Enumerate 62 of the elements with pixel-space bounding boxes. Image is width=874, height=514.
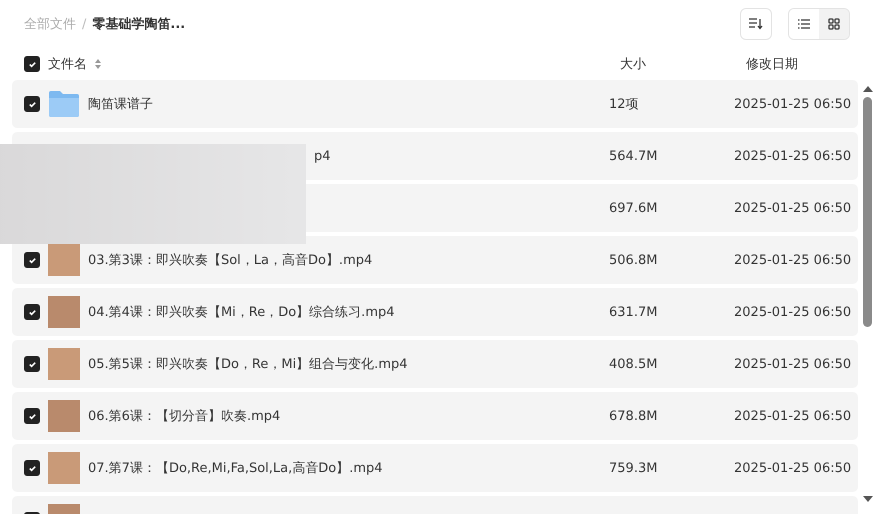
sort-icon [749,18,763,30]
scroll-down-icon[interactable] [863,496,873,502]
file-row[interactable]: 04.第4课：即兴吹奏【Mi，Re，Do】综合练习.mp4 631.7M 2025-01-25 06:50 [12,288,858,336]
file-size: 631.7M [609,304,658,320]
checkmark-icon [28,412,36,420]
modified-date: 2025-01-25 06:50 [734,356,852,372]
grid-icon [828,18,840,30]
modified-date: 2025-01-25 06:50 [734,408,852,424]
video-thumbnail [48,348,80,380]
file-size: 564.7M [609,148,658,164]
file-name[interactable]: 03.第3课：即兴吹奏【Sol，La，高音Do】.mp4 [88,251,372,269]
breadcrumb-separator: / [82,16,86,32]
folder-icon [48,90,80,118]
modified-date: 2025-01-25 06:50 [734,200,852,216]
file-row[interactable]: 03.第3课：即兴吹奏【Sol，La，高音Do】.mp4 506.8M 2025-01-25 06:50 [12,236,858,284]
column-header[interactable]: 修改日期 [746,55,874,73]
sort-icon [95,59,101,69]
file-row[interactable]: 07.第7课：【Do,Re,Mi,Fa,Sol,La,高音Do】.mp4 759.3M 2025-01-25 06:50 [12,444,858,492]
checkmark-icon [28,464,36,472]
checkbox[interactable] [24,96,40,112]
file-size: 408.5M [609,356,658,372]
video-thumbnail [48,244,80,276]
checkmark-icon [28,256,36,264]
file-row[interactable]: 05.第5课：即兴吹奏【Do，Re，Mi】组合与变化.mp4 408.5M 2025-01-25 06:50 [12,340,858,388]
modified-date: 2025-01-25 06:50 [734,460,852,476]
file-name[interactable]: 陶笛课谱子 [88,95,153,113]
file-name[interactable]: 04.第4课：即兴吹奏【Mi，Re，Do】综合练习.mp4 [88,303,395,321]
checkbox[interactable] [24,460,40,476]
checkbox[interactable] [24,356,40,372]
column-header[interactable]: 大小 [620,55,746,73]
file-size: 697.6M [609,200,658,216]
checkmark-icon [28,308,36,316]
checkmark-icon [28,60,36,68]
checkbox[interactable] [24,252,40,268]
list-view-button[interactable] [789,9,819,39]
file-size: 12项 [609,96,640,113]
scroll-up-icon[interactable] [863,86,873,92]
file-name[interactable]: p4 [314,148,331,164]
modified-date: 2025-01-25 06:50 [734,148,852,164]
video-thumbnail [48,452,80,484]
file-size: 678.8M [609,408,658,424]
file-size: 506.8M [609,252,658,268]
list-icon [798,19,810,29]
checkmark-icon [28,360,36,368]
video-thumbnail [48,296,80,328]
checkbox[interactable] [24,304,40,320]
modified-date: 2025-01-25 06:50 [734,96,852,112]
modified-date: 2025-01-25 06:50 [734,304,852,320]
column-header[interactable]: 文件名 [48,55,87,73]
checkmark-icon [28,100,36,108]
checkbox[interactable] [24,56,40,72]
file-name[interactable]: 06.第6课：【切分音】吹奏.mp4 [88,407,280,425]
modified-date: 2025-01-25 06:50 [734,252,852,268]
file-name[interactable]: 07.第7课：【Do,Re,Mi,Fa,Sol,La,高音Do】.mp4 [88,459,383,477]
file-row[interactable]: 陶笛课谱子 12项 2025-01-25 06:50 [12,80,858,128]
breadcrumb-current: 零基础学陶笛... [92,16,186,33]
checkbox[interactable] [24,408,40,424]
file-size: 759.3M [609,460,658,476]
file-row[interactable]: 06.第6课：【切分音】吹奏.mp4 678.8M 2025-01-25 06:50 [12,392,858,440]
file-name[interactable]: 05.第5课：即兴吹奏【Do，Re，Mi】组合与变化.mp4 [88,355,408,373]
video-thumbnail [48,400,80,432]
sort-button[interactable] [740,8,772,40]
